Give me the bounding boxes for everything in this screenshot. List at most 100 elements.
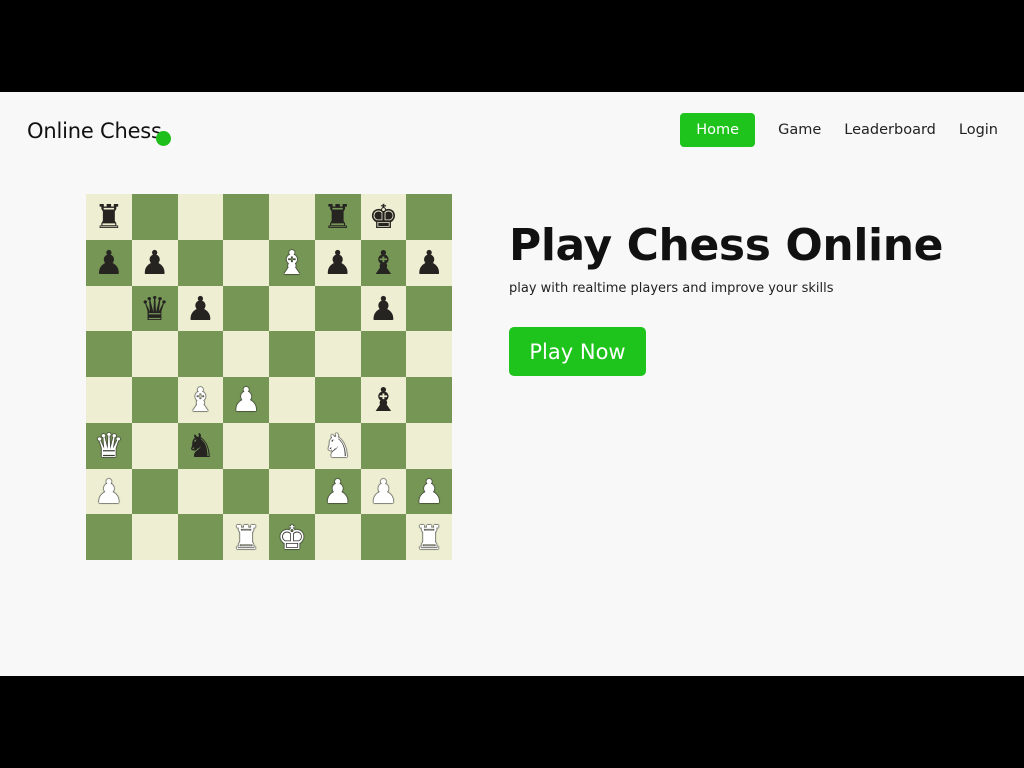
board-square[interactable] — [131, 194, 178, 240]
chess-board[interactable]: ♜ ♜ ♚ ♟ ♟ ♝ ♟ ♝ ♟ ♛ ♟ ♟ ♝ ♟ ♝ ♛ ♞ ♞ ♟ ♟ ♟ ♟ ♜ ♚ ♜ — [86, 194, 452, 560]
nav-home-link[interactable]: Home — [680, 113, 756, 147]
white-bishop-icon[interactable]: ♝ — [277, 246, 307, 279]
black-rook-icon[interactable]: ♜ — [94, 200, 124, 233]
white-knight-icon[interactable]: ♞ — [323, 429, 353, 462]
white-pawn-icon[interactable]: ♟ — [323, 475, 353, 508]
board-square[interactable] — [223, 422, 269, 469]
nav-links: Home Game Leaderboard Login — [680, 113, 998, 147]
board-square[interactable]: ♟ — [406, 239, 452, 286]
board-square[interactable] — [177, 239, 224, 286]
board-square[interactable]: ♝ — [360, 239, 407, 286]
board-square[interactable] — [86, 377, 132, 423]
black-bishop-icon[interactable]: ♝ — [369, 383, 399, 416]
board-square[interactable] — [406, 285, 452, 332]
play-now-button[interactable]: Play Now — [509, 327, 646, 376]
board-square[interactable]: ♝ — [360, 377, 407, 423]
nav-game-link[interactable]: Game — [778, 114, 821, 146]
brand-logo[interactable]: Online Chess — [27, 119, 162, 143]
board-square[interactable] — [314, 331, 361, 377]
board-square[interactable]: ♞ — [177, 422, 224, 469]
board-square[interactable] — [406, 422, 452, 469]
board-square[interactable] — [360, 514, 407, 560]
board-square[interactable]: ♟ — [86, 468, 132, 515]
board-square[interactable] — [360, 422, 407, 469]
board-square[interactable]: ♝ — [177, 377, 224, 423]
black-pawn-icon[interactable]: ♟ — [369, 292, 399, 325]
white-pawn-icon[interactable]: ♟ — [369, 475, 399, 508]
board-square[interactable] — [177, 468, 224, 515]
black-knight-icon[interactable]: ♞ — [186, 429, 216, 462]
white-queen-icon[interactable]: ♛ — [94, 429, 124, 462]
board-square[interactable]: ♞ — [314, 422, 361, 469]
board-square[interactable] — [131, 514, 178, 560]
board-square[interactable]: ♟ — [406, 468, 452, 515]
board-square[interactable]: ♜ — [223, 514, 269, 560]
white-pawn-icon[interactable]: ♟ — [414, 475, 444, 508]
board-square[interactable]: ♚ — [360, 194, 407, 240]
board-square[interactable] — [314, 377, 361, 423]
black-pawn-icon[interactable]: ♟ — [323, 246, 353, 279]
board-square[interactable] — [406, 377, 452, 423]
board-square[interactable] — [360, 331, 407, 377]
board-square[interactable]: ♟ — [223, 377, 269, 423]
board-square[interactable] — [223, 331, 269, 377]
black-pawn-icon[interactable]: ♟ — [414, 246, 444, 279]
board-square[interactable] — [269, 331, 315, 377]
board-square[interactable]: ♟ — [360, 468, 407, 515]
board-square[interactable] — [406, 194, 452, 240]
board-square[interactable]: ♟ — [86, 239, 132, 286]
board-square[interactable] — [131, 468, 178, 515]
nav-leaderboard-link[interactable]: Leaderboard — [844, 114, 936, 146]
board-square[interactable] — [406, 331, 452, 377]
board-square[interactable] — [223, 285, 269, 332]
board-square[interactable] — [86, 331, 132, 377]
board-square[interactable]: ♛ — [131, 285, 178, 332]
board-square[interactable] — [314, 285, 361, 332]
board-square[interactable] — [269, 285, 315, 332]
board-square[interactable] — [131, 331, 178, 377]
board-square[interactable]: ♚ — [269, 514, 315, 560]
board-square[interactable]: ♜ — [86, 194, 132, 240]
board-square[interactable]: ♛ — [86, 422, 132, 469]
board-square[interactable] — [223, 239, 269, 286]
board-square[interactable] — [314, 514, 361, 560]
black-king-icon[interactable]: ♚ — [369, 200, 399, 233]
black-bishop-icon[interactable]: ♝ — [369, 246, 399, 279]
white-bishop-icon[interactable]: ♝ — [186, 383, 216, 416]
board-square[interactable] — [86, 285, 132, 332]
board-square[interactable]: ♜ — [314, 194, 361, 240]
letterbox-bottom — [0, 676, 1024, 768]
board-square[interactable] — [177, 331, 224, 377]
board-square[interactable] — [223, 194, 269, 240]
board-square[interactable] — [269, 194, 315, 240]
board-square[interactable] — [269, 422, 315, 469]
board-square[interactable] — [269, 468, 315, 515]
board-square[interactable]: ♟ — [177, 285, 224, 332]
board-square[interactable]: ♝ — [269, 239, 315, 286]
board-square[interactable]: ♟ — [314, 468, 361, 515]
board-square[interactable] — [86, 514, 132, 560]
hero-title: Play Chess Online — [509, 220, 944, 271]
board-square[interactable] — [177, 194, 224, 240]
board-square[interactable] — [131, 422, 178, 469]
board-square[interactable] — [269, 377, 315, 423]
white-pawn-icon[interactable]: ♟ — [231, 383, 261, 416]
board-square[interactable]: ♜ — [406, 514, 452, 560]
white-rook-icon[interactable]: ♜ — [414, 521, 444, 554]
white-pawn-icon[interactable]: ♟ — [94, 475, 124, 508]
board-square[interactable]: ♟ — [360, 285, 407, 332]
black-pawn-icon[interactable]: ♟ — [186, 292, 216, 325]
black-rook-icon[interactable]: ♜ — [323, 200, 353, 233]
black-pawn-icon[interactable]: ♟ — [94, 246, 124, 279]
white-rook-icon[interactable]: ♜ — [231, 521, 261, 554]
nav-login-link[interactable]: Login — [959, 114, 998, 146]
hero: Play Chess Online play with realtime pla… — [509, 220, 943, 296]
board-square[interactable] — [131, 377, 178, 423]
white-king-icon[interactable]: ♚ — [277, 521, 307, 554]
board-square[interactable] — [223, 468, 269, 515]
black-pawn-icon[interactable]: ♟ — [140, 246, 170, 279]
board-square[interactable]: ♟ — [131, 239, 178, 286]
board-square[interactable]: ♟ — [314, 239, 361, 286]
black-queen-icon[interactable]: ♛ — [140, 292, 170, 325]
board-square[interactable] — [177, 514, 224, 560]
